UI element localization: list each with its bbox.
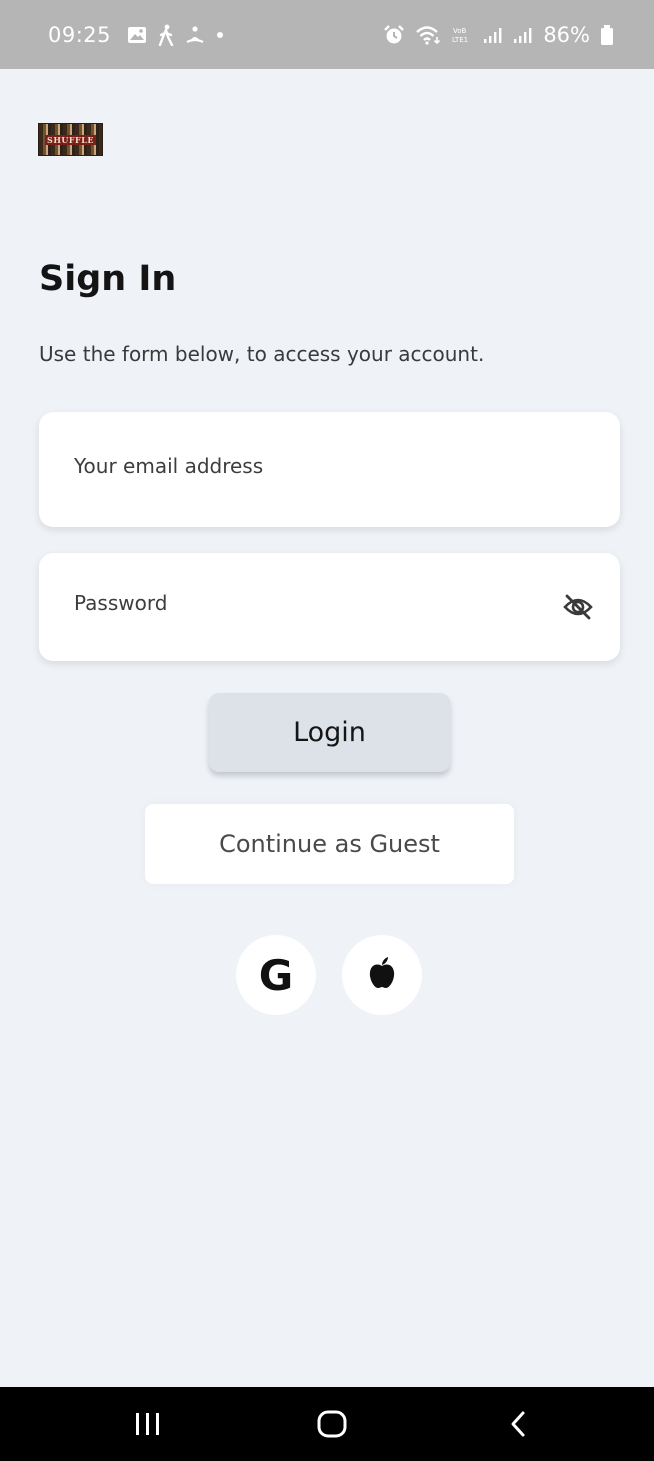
- alarm-icon: [383, 24, 405, 46]
- svg-text:LTE1: LTE1: [452, 36, 468, 44]
- apple-sign-in-button[interactable]: [342, 935, 422, 1015]
- status-right: VoB LTE1 86%: [383, 23, 614, 47]
- password-field-container: [39, 553, 620, 661]
- volte-icon: VoB LTE1: [451, 25, 473, 45]
- status-bar: 09:25 VoB LTE1 86%: [0, 0, 654, 69]
- logo-text: SHUFFLE: [45, 134, 96, 145]
- google-icon: G: [258, 950, 294, 1000]
- password-field[interactable]: [74, 591, 544, 615]
- signal-icon: [483, 26, 503, 44]
- continue-as-guest-button[interactable]: Continue as Guest: [145, 804, 514, 884]
- status-time: 09:25: [48, 22, 112, 47]
- page-subtitle: Use the form below, to access your accou…: [39, 342, 485, 366]
- meditation-icon: [185, 25, 205, 45]
- app-logo: SHUFFLE: [38, 123, 103, 156]
- walking-icon: [157, 24, 175, 46]
- back-icon[interactable]: [488, 1387, 548, 1461]
- apple-icon: [367, 956, 397, 995]
- status-left: 09:25: [48, 23, 225, 47]
- battery-percent: 86%: [543, 22, 590, 47]
- system-navigation-bar: [0, 1387, 654, 1461]
- signal-icon: [513, 26, 533, 44]
- page-title: Sign In: [39, 259, 177, 299]
- wifi-icon: [415, 24, 441, 46]
- google-sign-in-button[interactable]: G: [236, 935, 316, 1015]
- home-icon[interactable]: [302, 1387, 362, 1461]
- svg-text:VoB: VoB: [453, 27, 467, 35]
- email-field[interactable]: [74, 453, 544, 478]
- eye-off-icon[interactable]: [560, 589, 596, 625]
- email-field-container: [39, 412, 620, 527]
- recents-icon[interactable]: [118, 1387, 178, 1461]
- dot-icon: [215, 30, 225, 40]
- login-button[interactable]: Login: [209, 693, 450, 772]
- gallery-icon: [127, 26, 147, 44]
- battery-icon: [600, 24, 614, 46]
